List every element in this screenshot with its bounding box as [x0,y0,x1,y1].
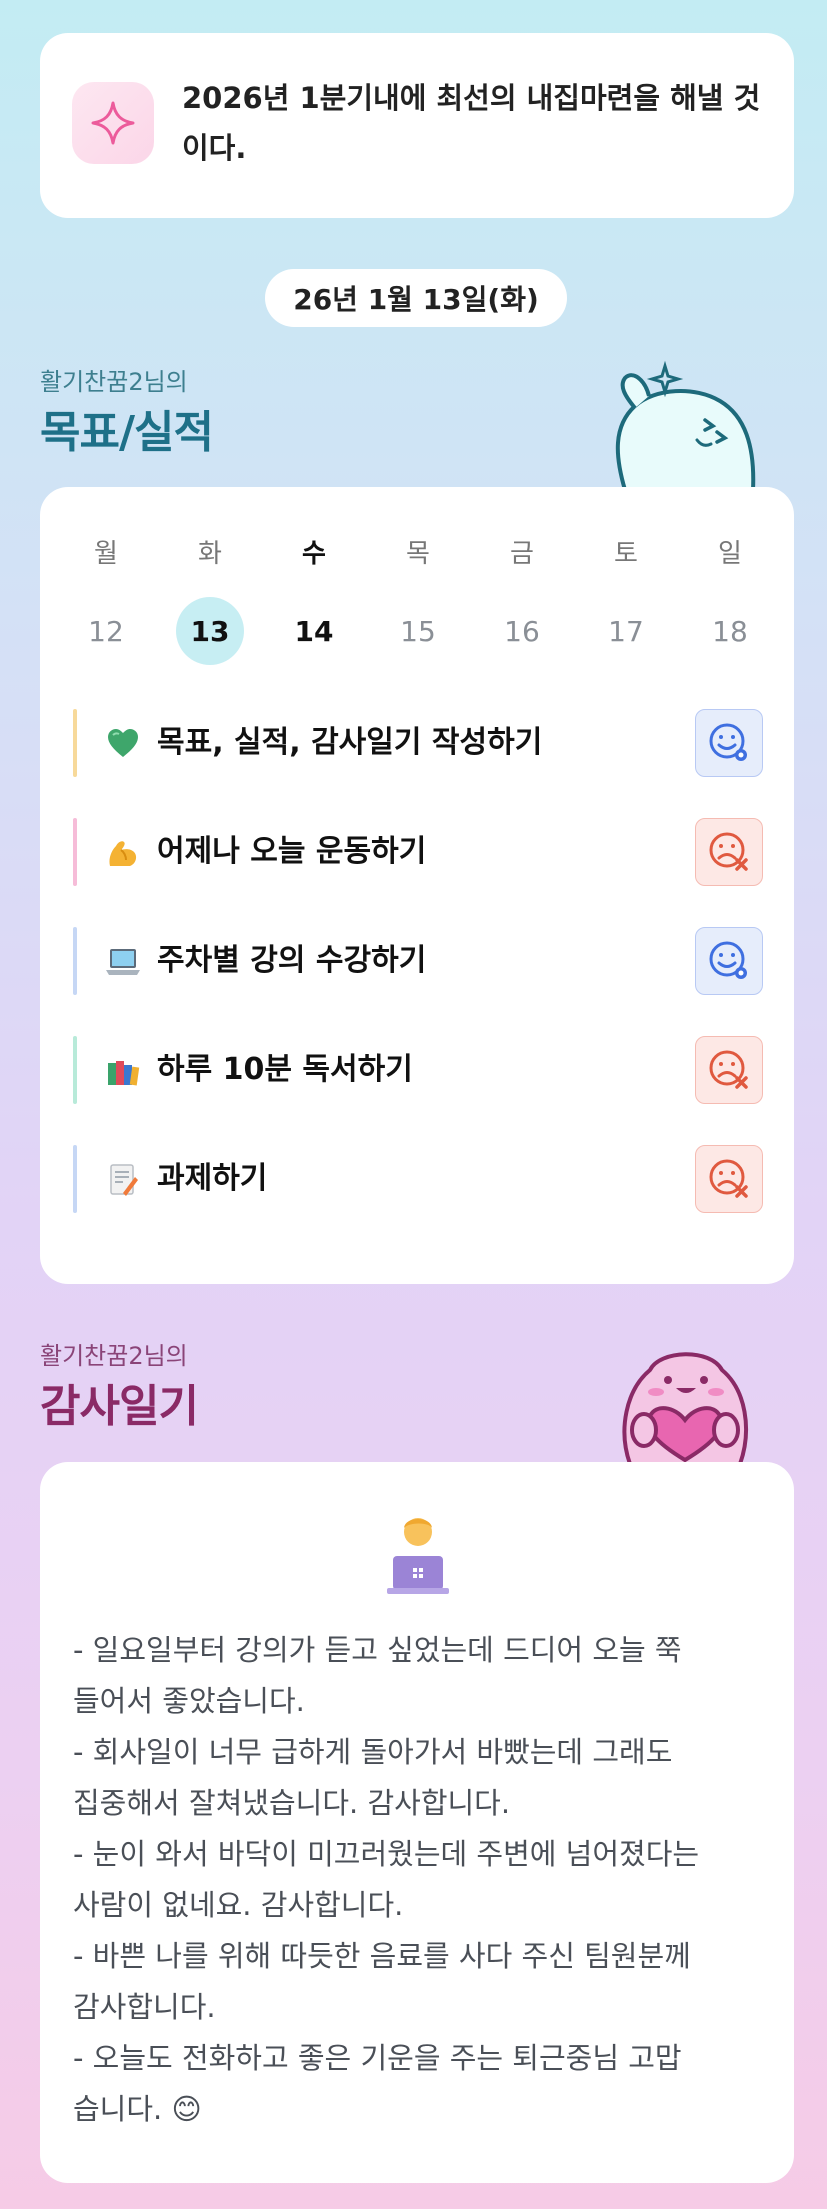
status-not-done-button[interactable] [695,1145,763,1213]
week-date-row: 12 13 14 15 16 17 18 [54,597,808,665]
gratitude-line: - 회사일이 너무 급하게 돌아가서 바빴는데 그래도 집중해서 잘쳐냈습니다.… [73,1735,673,1820]
date-cell[interactable]: 15 [366,597,470,665]
weekday-label: 목 [406,539,430,569]
date-label[interactable]: 26년 1월 13일(화) [265,269,567,327]
sparkle-icon [72,82,154,164]
task-item[interactable]: 주차별 강의 수강하기 [73,927,763,995]
heart-mascot-icon [622,1352,748,1464]
weekday-label: 토 [614,539,638,569]
task-color-bar [73,1145,77,1213]
task-item[interactable]: 하루 10분 독서하기 [73,1036,763,1104]
task-label: 주차별 강의 수강하기 [157,943,427,978]
date-cell[interactable]: 18 [678,597,782,665]
gratitude-line: - 바쁜 나를 위해 따듯한 음료를 사다 주신 팀원분께 감사합니다. [73,1939,691,2024]
frown-x-icon [709,832,748,871]
date-cell-selected[interactable]: 13 [158,597,262,665]
week-day-row: 월 화 수 목 금 토 일 [54,534,808,574]
status-not-done-button[interactable] [695,1036,763,1104]
task-item[interactable]: 어제나 오늘 운동하기 [73,818,763,886]
goals-card: 월 화 수 목 금 토 일 12 13 14 15 16 17 18 목표, 실… [40,487,794,1284]
date-cell[interactable]: 12 [54,597,158,665]
weekday-label: 월 [94,539,118,569]
status-done-button[interactable] [695,709,763,777]
task-label: 과제하기 [157,1161,268,1196]
person-with-laptop-icon [387,1518,449,1594]
gratitude-section-subtitle: 활기찬꿈2님의 [40,1342,188,1370]
frown-x-icon [709,1050,748,1089]
date-cell-today[interactable]: 14 [262,597,366,665]
weekday-label: 수 [302,539,326,569]
goals-section-title: 목표/실적 [40,407,214,458]
weekday-label: 화 [198,539,222,569]
task-label: 하루 10분 독서하기 [157,1052,413,1087]
flexed-biceps-icon [105,835,141,871]
smile-check-icon [709,941,747,979]
task-item[interactable]: 과제하기 [73,1145,763,1213]
weekday-label: 금 [510,539,534,569]
goals-section-subtitle: 활기찬꿈2님의 [40,368,188,396]
gratitude-line: - 일요일부터 강의가 듣고 싶었는데 드디어 오늘 쭉 들어서 좋았습니다. [73,1633,682,1718]
laptop-icon [105,944,141,980]
task-color-bar [73,818,77,886]
task-color-bar [73,1036,77,1104]
task-color-bar [73,927,77,995]
status-done-button[interactable] [695,927,763,995]
smile-check-icon [709,723,747,761]
ghost-mascot-icon [615,360,756,490]
goal-text: 2026년 1분기내에 최선의 내집마련을 해낼 것이다. [182,81,761,165]
gratitude-line: - 눈이 와서 바닥이 미끄러웠는데 주변에 넘어졌다는 사람이 없네요. 감사… [73,1837,700,1922]
date-cell[interactable]: 17 [574,597,678,665]
gratitude-text: - 일요일부터 강의가 듣고 싶었는데 드디어 오늘 쭉 들어서 좋았습니다. … [73,1625,763,2135]
task-color-bar [73,709,77,777]
date-cell[interactable]: 16 [470,597,574,665]
books-icon [105,1053,141,1089]
status-not-done-button[interactable] [695,818,763,886]
goal-card: 2026년 1분기내에 최선의 내집마련을 해낼 것이다. [40,33,794,218]
frown-x-icon [709,1159,748,1198]
task-label: 어제나 오늘 운동하기 [157,834,427,869]
gratitude-section-title: 감사일기 [40,1381,199,1432]
green-heart-icon [105,726,141,762]
weekday-label: 일 [718,539,742,569]
gratitude-card: - 일요일부터 강의가 듣고 싶었는데 드디어 오늘 쭉 들어서 좋았습니다. … [40,1462,794,2183]
gratitude-line: - 오늘도 전화하고 좋은 기운을 주는 퇴근중님 고맙 습니다. 😊 [73,2041,682,2126]
task-label: 목표, 실적, 감사일기 작성하기 [157,725,543,760]
task-item[interactable]: 목표, 실적, 감사일기 작성하기 [73,709,763,777]
memo-icon [105,1162,141,1198]
